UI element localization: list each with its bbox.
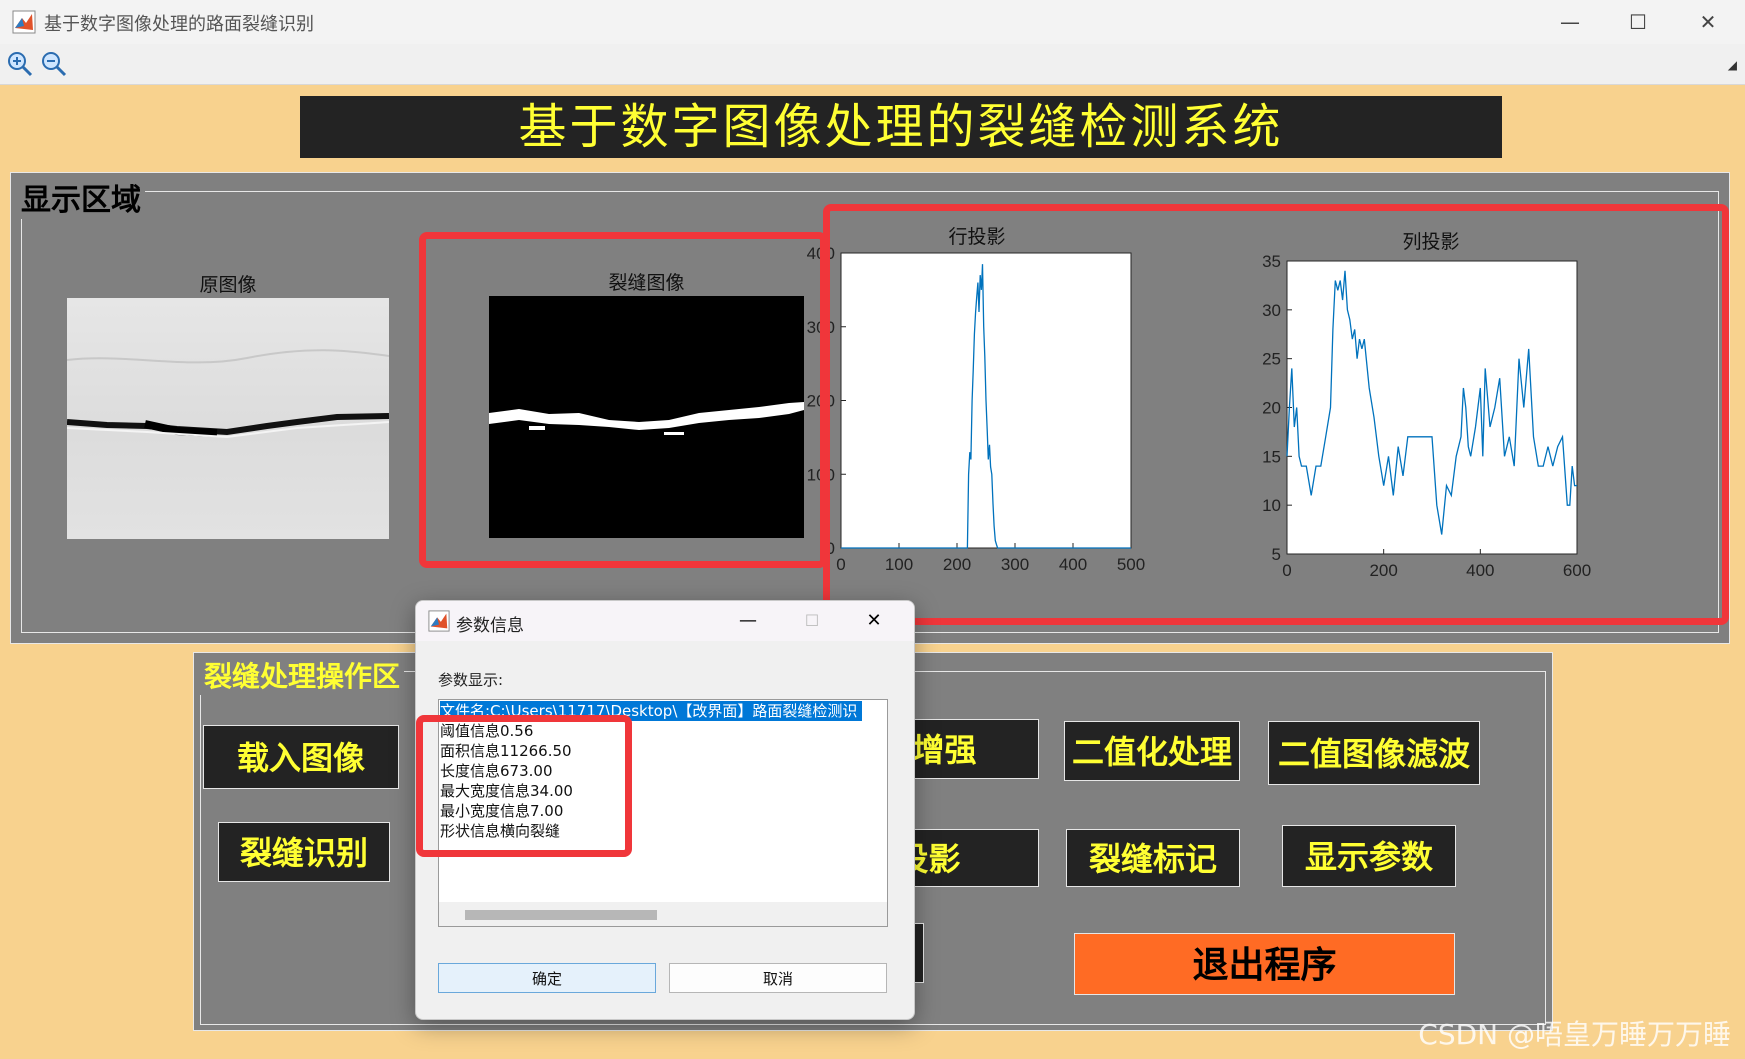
zoom-in-icon[interactable]	[6, 50, 34, 78]
exit-program-button[interactable]: 退出程序	[1074, 933, 1455, 995]
display-panel-label: 显示区域	[17, 175, 145, 219]
close-button[interactable]: ✕	[1688, 8, 1728, 36]
original-crack-drawing	[66, 349, 390, 439]
parameter-highlight	[416, 715, 632, 857]
binary-filter-button[interactable]: 二值图像滤波	[1268, 721, 1480, 785]
ok-button[interactable]: 确定	[438, 963, 656, 993]
system-title-banner: 基于数字图像处理的裂缝检测系统	[300, 96, 1502, 158]
dialog-title-bar: 参数信息 — ☐ ✕	[416, 601, 914, 641]
maximize-button[interactable]: ☐	[1618, 8, 1658, 36]
original-image-title: 原图像	[199, 274, 257, 296]
display-panel: 显示区域 原图像 裂缝图像 行投影 0 100 200 300 400 500 0 100 20…	[10, 172, 1730, 644]
dialog-title: 参数信息	[456, 616, 524, 636]
minimize-button[interactable]: —	[1550, 8, 1590, 36]
load-image-button[interactable]: 载入图像	[203, 725, 399, 789]
dialog-maximize-button[interactable]: ☐	[792, 605, 832, 637]
binarize-button[interactable]: 二值化处理	[1064, 721, 1240, 781]
crack-recognition-button[interactable]: 裂缝识别	[218, 822, 390, 882]
dialog-minimize-button[interactable]: —	[728, 605, 768, 637]
matlab-icon	[428, 610, 450, 632]
watermark: CSDN @唔皇万睡万万睡	[1418, 1018, 1731, 1051]
dialog-close-button[interactable]: ✕	[854, 605, 894, 637]
operations-panel-label: 裂缝处理操作区	[200, 655, 405, 695]
dialog-subtitle: 参数显示:	[438, 671, 504, 689]
figure-toolbar	[0, 44, 1745, 85]
projection-highlight	[823, 204, 1729, 625]
show-params-button[interactable]: 显示参数	[1282, 825, 1456, 887]
original-image	[66, 298, 390, 539]
horizontal-scrollbar[interactable]	[439, 902, 887, 926]
matlab-icon	[12, 10, 36, 34]
crack-image-highlight	[419, 232, 827, 568]
scrollbar-thumb[interactable]	[465, 910, 657, 920]
cancel-button[interactable]: 取消	[669, 963, 887, 993]
window-title: 基于数字图像处理的路面裂缝识别	[44, 14, 314, 35]
crack-mark-button[interactable]: 裂缝标记	[1066, 829, 1240, 887]
window-title-bar: 基于数字图像处理的路面裂缝识别 — ☐ ✕	[0, 0, 1745, 45]
parameter-dialog: 参数信息 — ☐ ✕ 参数显示: 文件名:C:\Users\11717\Desk…	[415, 600, 915, 1020]
zoom-out-icon[interactable]	[40, 50, 68, 78]
toolbar-expand-icon[interactable]: ◢	[1728, 58, 1737, 72]
